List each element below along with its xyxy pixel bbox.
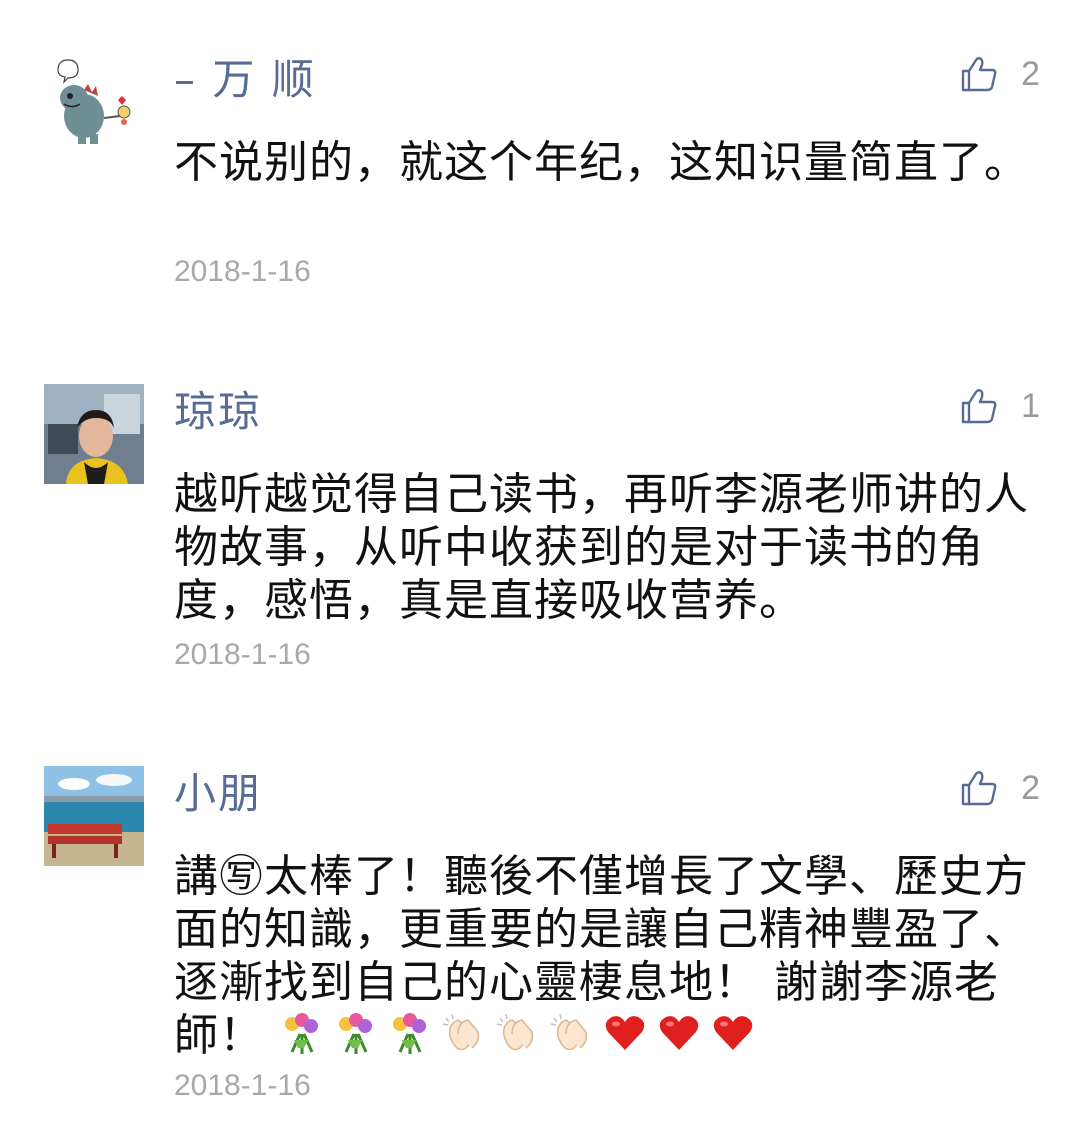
- clapping-hands-icon: [548, 1010, 594, 1056]
- like-count: 2: [1021, 768, 1040, 807]
- comment-username[interactable]: 琼琼: [174, 384, 262, 440]
- cartoon-dinosaur-avatar: [44, 54, 144, 154]
- like-count: 2: [1021, 54, 1040, 93]
- clapping-hands-icon: [440, 1010, 486, 1056]
- heart-icon: [602, 1010, 648, 1056]
- heart-icon: [656, 1010, 702, 1056]
- seaside-bench-avatar: [44, 766, 144, 866]
- emoji-row: [278, 1010, 756, 1056]
- like-button[interactable]: 1: [959, 378, 1040, 434]
- comment-date: 2018-1-16: [174, 255, 311, 288]
- heart-icon: [710, 1010, 756, 1056]
- bouquet-icon: [386, 1010, 432, 1056]
- comment-date: 2018-1-16: [174, 1069, 311, 1102]
- avatar[interactable]: [44, 384, 144, 484]
- comment-text: 不说别的，就这个年纪，这知识量简直了。: [174, 137, 1029, 188]
- clapping-hands-icon: [494, 1010, 540, 1056]
- comment-text: 講㊢太棒了！聽後不僅增長了文學、歷史方面的知識，更重要的是讓自己精神豐盈了、逐漸…: [174, 850, 1040, 1062]
- comment-text: 越听越觉得自己读书，再听李源老师讲的人物故事，从听中收获到的是对于读书的角度，感…: [174, 469, 1029, 626]
- bouquet-icon: [332, 1010, 378, 1056]
- woman-portrait-avatar: [44, 384, 144, 484]
- comment-username[interactable]: – 万 顺: [174, 52, 316, 108]
- like-count: 1: [1021, 386, 1040, 425]
- comment-username[interactable]: 小朋: [174, 766, 262, 822]
- like-button[interactable]: 2: [959, 760, 1040, 816]
- thumbs-up-icon: [961, 771, 997, 806]
- thumbs-up-icon: [961, 389, 997, 424]
- bouquet-icon: [278, 1010, 324, 1056]
- comment-date: 2018-1-16: [174, 638, 311, 671]
- avatar[interactable]: [44, 54, 144, 154]
- thumbs-up-icon: [961, 57, 997, 92]
- like-button[interactable]: 2: [959, 46, 1040, 102]
- avatar[interactable]: [44, 766, 144, 866]
